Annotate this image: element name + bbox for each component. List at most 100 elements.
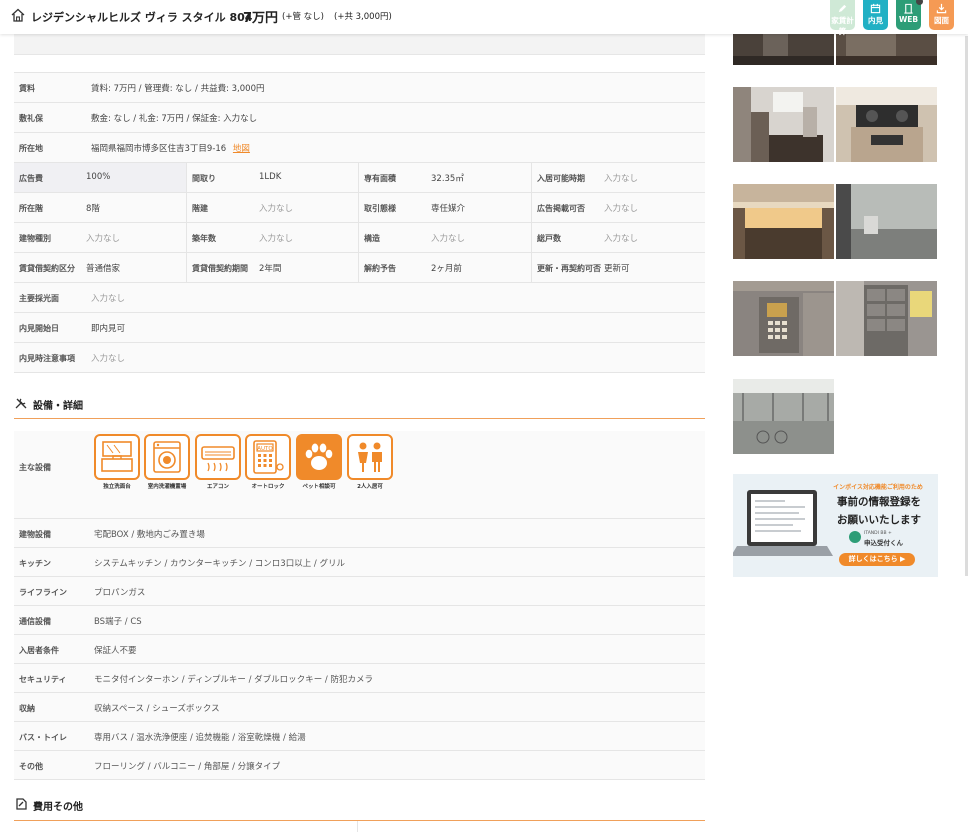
spec-label: 構造	[364, 234, 380, 243]
equip-value: 保証人不要	[94, 646, 137, 656]
bath-toilet-row: バス・トイレ 専用バス / 温水洗浄便座 / 追焚機能 / 浴室乾燥機 / 給湯	[14, 722, 705, 751]
lifeline-row: ライフライン プロパンガス	[14, 577, 705, 606]
living-room-photo[interactable]	[733, 87, 834, 162]
spec-cell: 賃貸借契約期間 2年間	[186, 253, 359, 282]
svg-text:AUTO: AUTO	[257, 446, 273, 452]
spec-label: 間取り	[192, 174, 216, 183]
equip-value: プロパンガス	[94, 588, 146, 598]
two-people-label: 2人入居可	[357, 484, 383, 490]
spec-label: 専有面積	[364, 174, 396, 183]
equip-label: 通信設備	[19, 617, 51, 626]
lighting-value: 入力なし	[91, 294, 126, 304]
equipment-title-text: 設備・詳細	[33, 401, 83, 412]
balcony-photo[interactable]	[836, 184, 937, 259]
spec-label: 賃貸借契約区分	[19, 264, 75, 273]
spec-value: 入力なし	[259, 204, 294, 214]
spec-label: 築年数	[192, 234, 216, 243]
mailbox-photo[interactable]	[836, 281, 937, 356]
equip-label: セキュリティ	[19, 675, 67, 684]
spec-cell: 広告費 100%	[14, 163, 186, 192]
floorplan-download-button[interactable]: 図面	[929, 0, 954, 30]
spec-row-3: 建物種別 入力なし 築年数 入力なし 構造 入力なし 総戸数 入力なし	[14, 223, 705, 253]
tenant-conditions-row: 入居者条件 保証人不要	[14, 635, 705, 664]
viewing-start-label: 内見開始日	[19, 324, 59, 333]
washer-icon	[144, 434, 190, 480]
closet-light-photo[interactable]	[733, 184, 834, 259]
room-photo[interactable]	[836, 34, 937, 65]
spec-value: 入力なし	[259, 234, 294, 244]
spec-cell: 総戸数 入力なし	[531, 223, 706, 252]
parking-photo[interactable]	[733, 379, 834, 454]
intercom-photo[interactable]	[733, 281, 834, 356]
spec-cell: 築年数 入力なし	[186, 223, 359, 252]
spec-value: 100%	[86, 172, 111, 182]
equip-value: システムキッチン / カウンターキッチン / コンロ3口以上 / グリル	[94, 559, 345, 569]
viewing-start-value: 即内見可	[91, 324, 126, 334]
pet-icon	[296, 434, 342, 480]
kitchen-row: キッチン システムキッチン / カウンターキッチン / コンロ3口以上 / グリル	[14, 548, 705, 577]
spec-row-4: 賃貸借契約区分 普通借家 賃貸借契約期間 2年間 解約予告 2ヶ月前 更新・再契約可否…	[14, 253, 705, 283]
stove-photo[interactable]	[836, 87, 937, 162]
equip-value: モニタ付インターホン / ディンプルキー / ダブルロックキー / 防犯カメラ	[94, 675, 373, 685]
spec-value: 入力なし	[604, 234, 639, 244]
spec-label: 賃貸借契約期間	[192, 264, 248, 273]
main-equipment-row: 主な設備 独立洗面台 室内洗濯機置場 エアコン AUTO オートロック ペット相…	[14, 431, 705, 519]
pencil-icon	[838, 4, 847, 13]
rent-row: 賃料 賃料: 7万円 / 管理費: なし / 共益費: 3,000円	[14, 73, 705, 103]
two-people-icon	[347, 434, 393, 480]
equip-label: キッチン	[19, 559, 51, 568]
viewing-notes-row: 内見時注意事項 入力なし	[14, 343, 705, 373]
invoice-banner[interactable]: インボイス対応機能ご利用のため 事前の情報登録を お願いいたします ITANDI…	[733, 474, 938, 577]
spec-value: 2ヶ月前	[431, 264, 462, 274]
map-link[interactable]: 地図	[233, 144, 250, 154]
washstand-label: 独立洗面台	[103, 484, 131, 490]
spec-cell: 専有面積 32.35㎡	[358, 163, 532, 192]
pet-label: ペット相談可	[302, 484, 336, 490]
section-divider	[14, 820, 705, 821]
viewing-notes-value: 入力なし	[91, 354, 126, 364]
notification-badge	[916, 0, 923, 5]
spec-label: 広告掲載可否	[537, 204, 585, 213]
address-label: 所在地	[19, 144, 43, 153]
spec-value: 1LDK	[259, 172, 282, 182]
property-price: 7万円	[243, 11, 279, 26]
spec-cell: 建物種別 入力なし	[14, 223, 186, 252]
viewing-button[interactable]: 内見	[863, 0, 888, 30]
spec-label: 更新・再契約可否	[537, 264, 601, 273]
spec-cell: 解約予告 2ヶ月前	[358, 253, 532, 282]
download-icon	[936, 3, 947, 14]
viewing-notes-label: 内見時注意事項	[19, 354, 75, 363]
spec-value: 2年間	[259, 264, 282, 274]
home-icon[interactable]	[10, 7, 26, 23]
main-equipment-label: 主な設備	[19, 463, 51, 472]
spec-label: 階建	[192, 204, 208, 213]
autolock-icon: AUTO	[245, 434, 291, 480]
equip-value: 専用バス / 温水洗浄便座 / 追焚機能 / 浴室乾燥機 / 給湯	[94, 733, 306, 743]
spec-label: 解約予告	[364, 264, 396, 273]
equipment-table: 主な設備 独立洗面台 室内洗濯機置場 エアコン AUTO オートロック ペット相…	[14, 431, 705, 780]
ad-details-button[interactable]: 詳しくはこちら ▶	[839, 553, 915, 566]
viewing-start-row: 内見開始日 即内見可	[14, 313, 705, 343]
column-divider	[357, 821, 358, 832]
door-icon	[904, 3, 913, 14]
hallway-photo[interactable]	[733, 34, 834, 65]
spec-value: 入力なし	[431, 234, 466, 244]
equip-value: 収納スペース / シューズボックス	[94, 704, 220, 714]
equip-label: 収納	[19, 704, 35, 713]
telecom-row: 通信設備 BS端子 / CS	[14, 606, 705, 635]
ad-headline-2: お願いいたします	[837, 514, 921, 526]
spec-label: 広告費	[19, 174, 43, 183]
address-row: 所在地 福岡県福岡市博多区住吉3丁目9-16 地図	[14, 133, 705, 163]
spec-value: 入力なし	[604, 204, 639, 214]
ad-top-line: インボイス対応機能ご利用のため	[833, 484, 923, 491]
equip-value: 宅配BOX / 敷地内ごみ置き場	[94, 530, 205, 540]
rent-value: 賃料: 7万円 / 管理費: なし / 共益費: 3,000円	[91, 84, 265, 94]
spec-value: 32.35㎡	[431, 174, 464, 184]
spec-value: 普通借家	[86, 264, 121, 274]
memo-icon	[16, 798, 27, 810]
storage-row: 収納 収納スペース / シューズボックス	[14, 693, 705, 722]
web-button[interactable]: WEB	[896, 0, 923, 30]
address-text: 福岡県福岡市博多区住吉3丁目9-16	[91, 144, 227, 154]
rent-calc-button[interactable]: 家賃計算	[830, 0, 855, 36]
spec-value: 8階	[86, 204, 100, 214]
